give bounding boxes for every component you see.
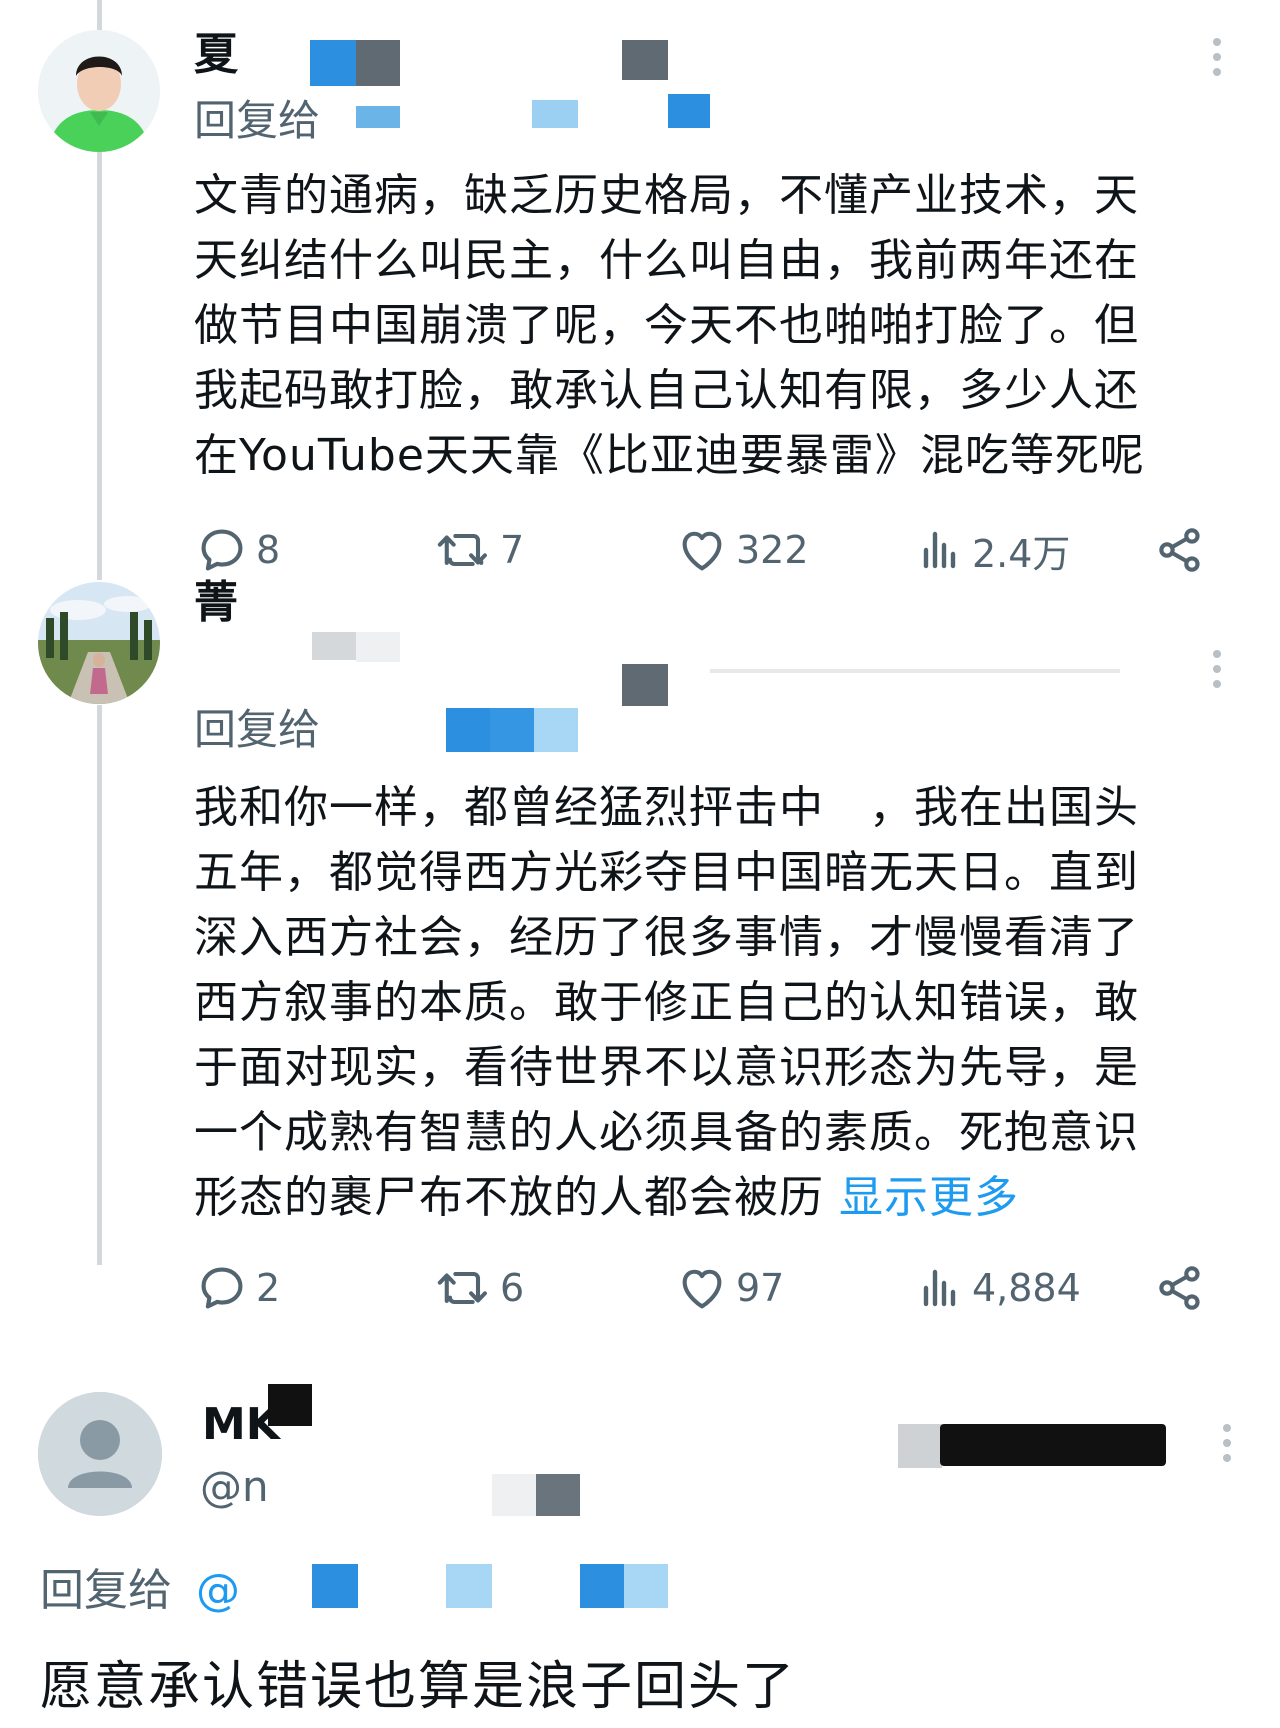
redacted-block <box>898 1424 942 1468</box>
like-count: 322 <box>736 528 809 572</box>
tweet-body-line: 一个成熟有智慧的人必须具备的素质。死抱意识 <box>194 1107 1139 1158</box>
views-icon <box>923 531 956 569</box>
reply-count: 8 <box>256 528 281 572</box>
redacted-block <box>356 106 400 128</box>
views-icon <box>923 1269 956 1307</box>
redacted-block <box>490 708 534 752</box>
tweet-body: 我和你一样，都曾经猛烈抨击中 ，我在出国头 五年，都觉得西方光彩夺目中国暗无天日… <box>194 775 1254 1230</box>
views-button[interactable]: 2.4万 <box>916 520 1070 580</box>
share-icon <box>1159 1266 1200 1310</box>
tweet-body-line: 西方叙事的本质。敢于修正自己的认知错误，敢 <box>194 977 1139 1028</box>
views-count: 2.4万 <box>972 531 1071 576</box>
redacted-block <box>492 1474 536 1516</box>
redacted-block <box>446 708 490 752</box>
show-more-link[interactable]: 显示更多 <box>839 1172 1019 1223</box>
tweet-body-line: 做节目中国崩溃了呢，今天不也啪啪打脸了。但 <box>194 300 1139 351</box>
avatar[interactable] <box>38 582 160 704</box>
tweet-body-line: 于面对现实，看待世界不以意识形态为先导，是 <box>194 1042 1139 1093</box>
retweet-button[interactable]: 7 <box>436 520 524 580</box>
redacted-block <box>580 1564 624 1608</box>
redacted-block <box>312 1564 358 1608</box>
redacted-block <box>356 632 400 662</box>
redacted-block <box>624 1564 668 1608</box>
redacted-block <box>940 1424 1166 1466</box>
reply-button[interactable]: 8 <box>196 520 280 580</box>
default-avatar-icon <box>38 1392 162 1516</box>
tweet-actions: 8 7 322 2.4万 <box>196 520 1216 580</box>
share-icon <box>1159 528 1200 572</box>
redacted-block <box>668 94 710 128</box>
reply-icon <box>201 529 243 571</box>
redacted-block <box>622 40 668 80</box>
tweet-body-line: 文青的通病，缺乏历史格局，不懂产业技术，天 <box>194 170 1139 221</box>
like-count: 97 <box>736 1266 785 1310</box>
author-name[interactable]: 菁 <box>194 578 238 628</box>
more-vertical-icon[interactable] <box>1212 38 1222 76</box>
redacted-block <box>710 669 1120 673</box>
redacted-block <box>536 1474 580 1516</box>
thread-line-2 <box>97 150 102 580</box>
reply-to-label: 回复给 <box>194 96 321 145</box>
reply-count: 2 <box>256 1266 281 1310</box>
tweet-body-line: 形态的裹尸布不放的人都会被历 <box>194 1172 839 1223</box>
redacted-block <box>356 40 400 86</box>
more-vertical-icon[interactable] <box>1212 650 1222 688</box>
redacted-block <box>268 1384 312 1426</box>
tweet-body-line-last: 形态的裹尸布不放的人都会被历 显示更多 <box>194 1165 1254 1230</box>
reply-icon <box>201 1267 243 1309</box>
views-count: 4,884 <box>972 1266 1081 1310</box>
retweet-count: 6 <box>500 1266 525 1310</box>
reply-to-label: 回复给 <box>194 705 321 754</box>
retweet-icon <box>437 533 487 567</box>
author-handle[interactable]: @n <box>200 1462 269 1512</box>
reply-to-label: 回复给 <box>40 1565 172 1616</box>
redacted-block <box>446 1564 492 1608</box>
heart-icon <box>682 1269 722 1309</box>
tweet-actions: 2 6 97 4,884 <box>196 1258 1216 1318</box>
reply-to-line: 回复给 @ <box>40 1554 240 1618</box>
redacted-block <box>622 664 668 706</box>
reply-button[interactable]: 2 <box>196 1258 280 1318</box>
tweet-body-line: 天纠结什么叫民主，什么叫自由，我前两年还在 <box>194 235 1139 286</box>
reply-to-handle[interactable]: @ <box>196 1565 240 1616</box>
tweet-body: 愿意承认错误也算是浪子回头了 <box>40 1657 797 1717</box>
views-button[interactable]: 4,884 <box>916 1258 1081 1318</box>
redacted-block <box>534 708 578 752</box>
tweet-body-line: 五年，都觉得西方光彩夺目中国暗无天日。直到 <box>194 847 1139 898</box>
avatar[interactable] <box>38 1392 162 1516</box>
tweet-body-line: 我起码敢打脸，敢承认自己认知有限，多少人还 <box>194 365 1139 416</box>
retweet-button[interactable]: 6 <box>436 1258 524 1318</box>
redacted-block <box>310 40 356 86</box>
avatar[interactable] <box>38 30 160 152</box>
author-name[interactable]: 夏 <box>194 30 238 80</box>
share-button[interactable] <box>1154 1258 1206 1318</box>
tweet-body-line: 深入西方社会，经历了很多事情，才慢慢看清了 <box>194 912 1139 963</box>
like-button[interactable]: 322 <box>676 520 809 580</box>
tweet-body-line: 我和你一样，都曾经猛烈抨击中 ，我在出国头 <box>194 782 1139 833</box>
like-button[interactable]: 97 <box>676 1258 784 1318</box>
redacted-block <box>532 100 578 128</box>
thread-line-3 <box>97 705 102 1265</box>
more-vertical-icon[interactable] <box>1222 1424 1232 1462</box>
retweet-icon <box>437 1271 487 1305</box>
tweet-body: 文青的通病，缺乏历史格局，不懂产业技术，天 天纠结什么叫民主，什么叫自由，我前两… <box>194 163 1254 488</box>
retweet-count: 7 <box>500 528 525 572</box>
share-button[interactable] <box>1154 520 1206 580</box>
tweet-body-line: 在YouTube天天靠《比亚迪要暴雷》混吃等死呢 <box>194 430 1145 481</box>
heart-icon <box>682 531 722 571</box>
